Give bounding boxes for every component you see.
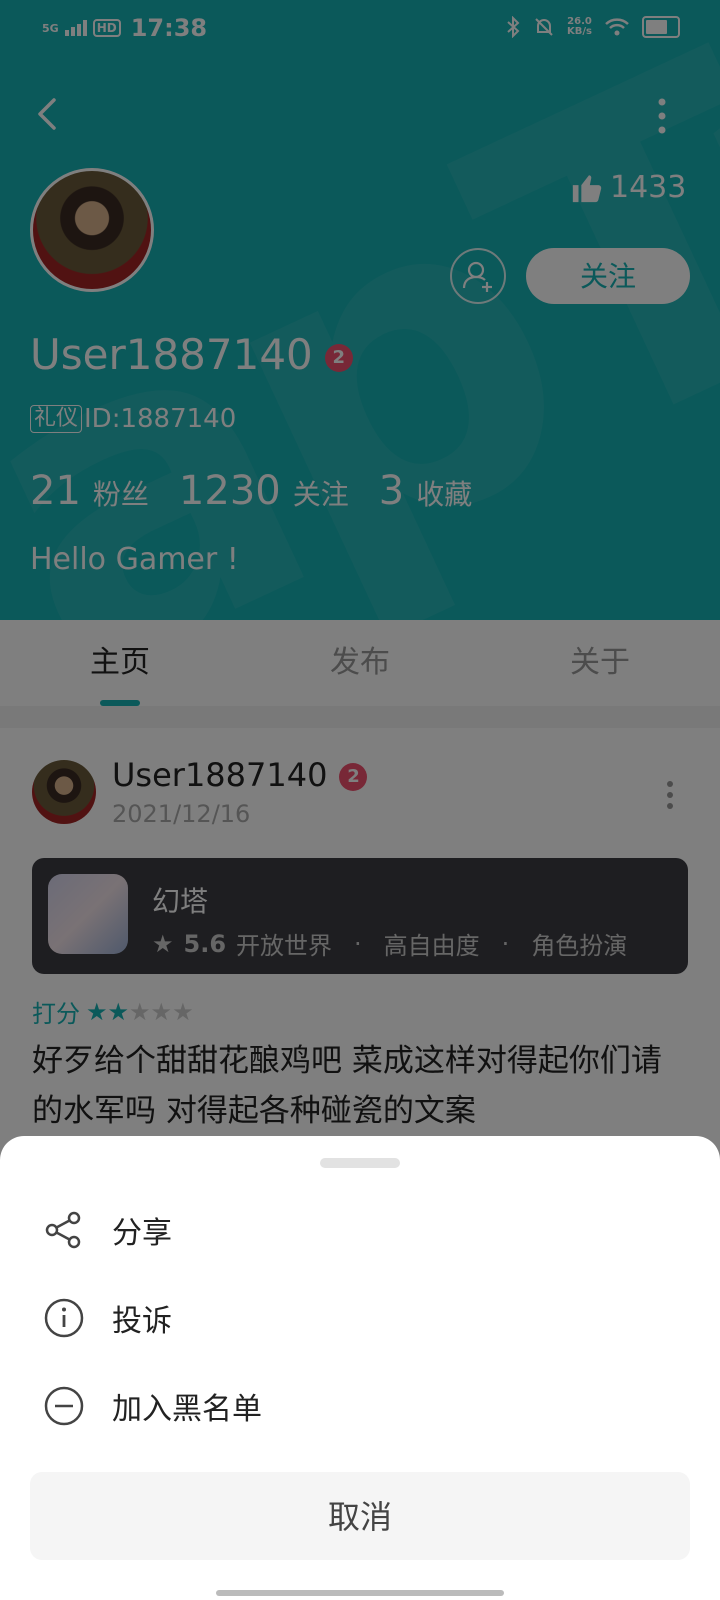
blacklist-item[interactable]: 加入黑名单 xyxy=(0,1362,720,1450)
cancel-button[interactable]: 取消 xyxy=(30,1472,690,1560)
report-label: 投诉 xyxy=(112,1304,172,1339)
share-label: 分享 xyxy=(112,1216,172,1251)
share-item[interactable]: 分享 xyxy=(0,1186,720,1274)
report-item[interactable]: 投诉 xyxy=(0,1274,720,1362)
info-icon xyxy=(44,1298,84,1338)
sheet-handle[interactable] xyxy=(320,1158,400,1168)
block-icon xyxy=(44,1386,84,1426)
home-indicator[interactable] xyxy=(216,1590,504,1596)
share-icon xyxy=(45,1211,81,1249)
blacklist-label: 加入黑名单 xyxy=(112,1392,262,1427)
